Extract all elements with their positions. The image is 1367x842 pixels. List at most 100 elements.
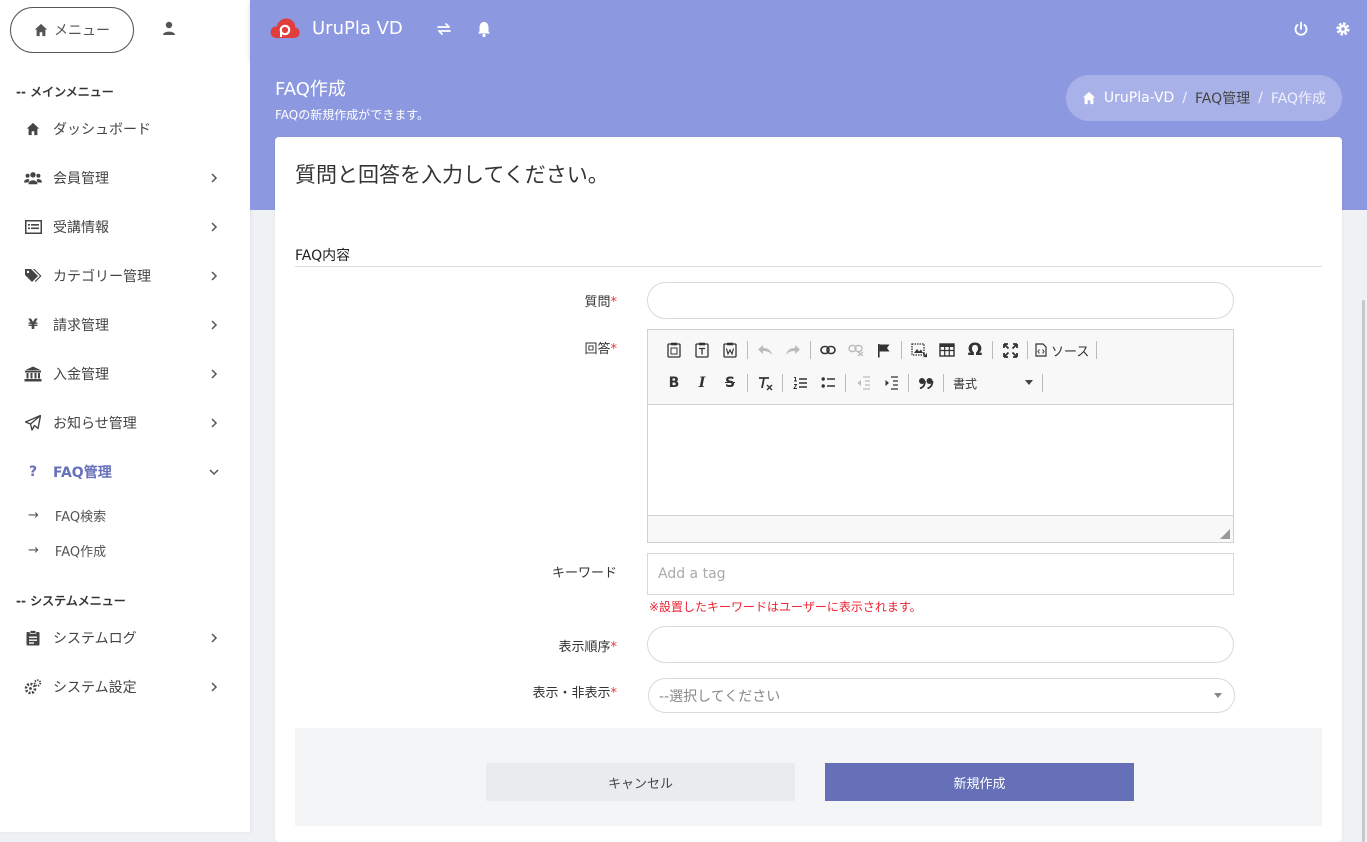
page-scrollbar[interactable] xyxy=(1362,300,1365,842)
faq-form-card: 質問と回答を入力してください。 FAQ内容 質問* 回答* Ω ソース B I … xyxy=(275,137,1342,842)
visibility-select[interactable]: --選択してください xyxy=(648,678,1235,713)
sidebar-subitem-label: FAQ作成 xyxy=(54,545,107,560)
sidebar-subitem-faq-search[interactable]: → FAQ検索 xyxy=(28,506,106,525)
home-icon xyxy=(34,23,48,37)
app-name: UruPla VD xyxy=(312,17,403,39)
format-select[interactable]: 書式 xyxy=(947,372,1039,394)
link-icon[interactable] xyxy=(814,339,842,361)
menu-button[interactable]: メニュー xyxy=(10,7,134,53)
page-title: FAQ作成 xyxy=(275,79,346,100)
numbered-list-icon[interactable] xyxy=(786,372,814,394)
question-label: 質問* xyxy=(584,295,617,310)
source-label: ソース xyxy=(1051,344,1090,360)
editor-content-area[interactable] xyxy=(648,404,1233,516)
bell-icon[interactable] xyxy=(475,20,493,38)
editor-toolbar-row-2: B I S 書式 xyxy=(660,371,1046,395)
toolbar-separator xyxy=(747,374,748,392)
sidebar-item-categories[interactable]: カテゴリー管理 xyxy=(24,264,224,288)
anchor-flag-icon[interactable] xyxy=(870,339,898,361)
yen-icon: ¥ xyxy=(28,317,38,333)
bold-icon[interactable]: B xyxy=(660,372,688,394)
exchange-icon[interactable] xyxy=(435,20,453,38)
visibility-select-value: --選択してください xyxy=(659,688,781,705)
editor-toolbar-row-1: Ω ソース xyxy=(660,338,1100,362)
strikethrough-icon[interactable]: S xyxy=(716,372,744,394)
create-button[interactable]: 新規作成 xyxy=(825,763,1134,801)
divider xyxy=(295,266,1322,267)
toolbar-separator xyxy=(1096,341,1098,359)
breadcrumb-item-current: FAQ作成 xyxy=(1270,91,1326,107)
sidebar-subitem-label: FAQ検索 xyxy=(54,510,107,525)
power-icon[interactable] xyxy=(1292,20,1310,38)
toolbar-separator xyxy=(908,374,909,392)
sidebar-item-members[interactable]: 会員管理 xyxy=(24,166,224,190)
indent-icon[interactable] xyxy=(877,372,905,394)
maximize-icon[interactable] xyxy=(996,339,1024,361)
italic-icon[interactable]: I xyxy=(688,372,716,394)
sidebar-item-billing[interactable]: ¥ 請求管理 xyxy=(24,313,224,337)
bulleted-list-icon[interactable] xyxy=(814,372,842,394)
clipboard-icon xyxy=(24,629,42,647)
toolbar-separator xyxy=(943,374,944,392)
user-icon[interactable] xyxy=(161,20,177,36)
unlink-icon[interactable] xyxy=(842,339,870,361)
sidebar-item-system-log[interactable]: システムログ xyxy=(24,626,224,650)
sidebar-item-notices[interactable]: お知らせ管理 xyxy=(24,411,224,435)
keyword-tag-input[interactable]: Add a tag xyxy=(647,553,1234,595)
sidebar-subitem-faq-create[interactable]: → FAQ作成 xyxy=(28,541,106,560)
cloud-logo-icon xyxy=(270,18,300,38)
system-menu-section-label: -- システムメニュー xyxy=(16,594,126,608)
chevron-right-icon xyxy=(211,320,218,330)
chevron-down-icon xyxy=(209,469,219,476)
format-select-label: 書式 xyxy=(953,376,978,391)
sidebar-item-label: 入金管理 xyxy=(53,367,109,383)
gear-icon[interactable] xyxy=(1334,20,1352,38)
breadcrumb-item-faq-admin[interactable]: FAQ管理 xyxy=(1195,88,1250,108)
toolbar-separator xyxy=(810,341,811,359)
main-menu-section-label: -- メインメニュー xyxy=(16,85,114,99)
question-input[interactable] xyxy=(647,282,1234,319)
sidebar-item-dashboard[interactable]: ダッシュボード xyxy=(24,117,224,141)
breadcrumb-separator: / xyxy=(1182,90,1188,106)
keyword-placeholder: Add a tag xyxy=(658,566,726,582)
sidebar-item-label: カテゴリー管理 xyxy=(53,269,151,285)
special-char-icon[interactable]: Ω xyxy=(961,339,989,361)
redo-icon[interactable] xyxy=(779,339,807,361)
sidebar-item-label: 会員管理 xyxy=(53,171,109,187)
table-icon[interactable] xyxy=(933,339,961,361)
cancel-button[interactable]: キャンセル xyxy=(486,763,795,801)
toolbar-separator xyxy=(1042,374,1043,392)
breadcrumb-item-root[interactable]: UruPla-VD xyxy=(1104,90,1174,106)
breadcrumb: UruPla-VD / FAQ管理 / FAQ作成 xyxy=(1065,75,1342,121)
resize-handle-icon[interactable] xyxy=(1220,529,1230,539)
display-order-input[interactable] xyxy=(647,626,1234,663)
sidebar-item-system-settings[interactable]: システム設定 xyxy=(24,675,224,699)
display-order-label: 表示順序* xyxy=(558,640,617,655)
remove-format-icon[interactable] xyxy=(751,372,779,394)
home-icon xyxy=(1082,91,1096,105)
form-actions: キャンセル 新規作成 xyxy=(295,728,1322,826)
keyword-label: キーワード xyxy=(551,566,617,581)
chevron-right-icon xyxy=(211,271,218,281)
blockquote-icon[interactable] xyxy=(912,372,940,394)
visibility-label: 表示・非表示* xyxy=(532,686,617,701)
sidebar-item-faq[interactable]: ? FAQ管理 xyxy=(24,460,224,484)
paste-word-icon[interactable] xyxy=(716,339,744,361)
sidebar-item-payments[interactable]: 入金管理 xyxy=(24,362,224,386)
menu-button-label: メニュー xyxy=(54,23,110,39)
paste-icon[interactable] xyxy=(660,339,688,361)
paste-text-icon[interactable] xyxy=(688,339,716,361)
toolbar-separator xyxy=(747,341,748,359)
undo-icon[interactable] xyxy=(751,339,779,361)
fieldset-title: FAQ内容 xyxy=(295,248,351,264)
image-icon[interactable] xyxy=(905,339,933,361)
toolbar-separator xyxy=(845,374,846,392)
source-button[interactable]: ソース xyxy=(1031,339,1093,361)
arrow-right-icon: → xyxy=(28,543,39,558)
home-icon xyxy=(24,120,42,138)
brand[interactable]: UruPla VD xyxy=(270,16,403,40)
outdent-icon[interactable] xyxy=(849,372,877,394)
toolbar-separator xyxy=(782,374,783,392)
bank-icon xyxy=(24,365,42,383)
sidebar-item-enrollment[interactable]: 受講情報 xyxy=(24,215,224,239)
